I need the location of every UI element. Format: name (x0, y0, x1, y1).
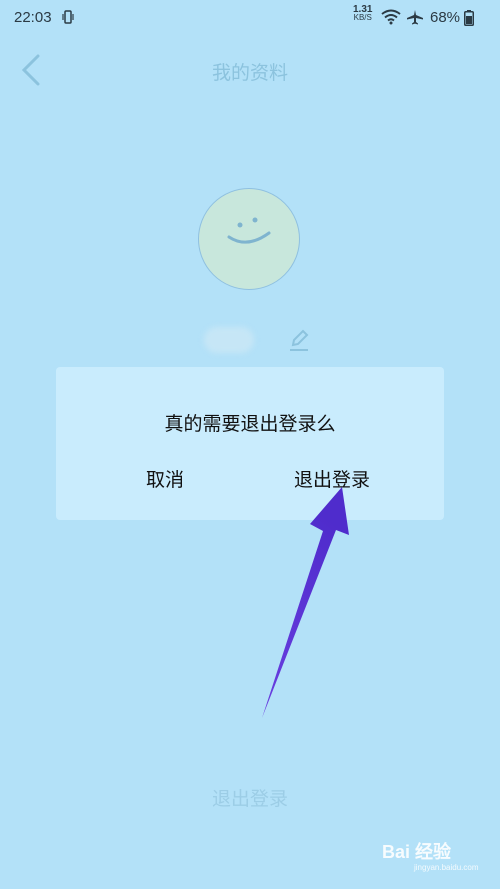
watermark-url: jingyan.baidu.com (414, 863, 479, 872)
baidu-watermark: Bai 经验 (382, 842, 452, 862)
status-time: 22:03 (14, 9, 52, 26)
airplane-icon (406, 9, 424, 29)
username-blurred (204, 327, 254, 353)
vibrate-icon (62, 10, 74, 28)
net-speed: 1.31 KB/S (353, 5, 372, 22)
battery-icon (464, 10, 474, 30)
wifi-icon (381, 9, 401, 29)
logout-confirm-dialog: 真的需要退出登录么 取消 退出登录 (56, 367, 444, 520)
logout-button[interactable]: 退出登录 (0, 784, 500, 811)
status-bar: 22:03 1.31 KB/S 68% (0, 0, 500, 36)
confirm-logout-button[interactable]: 退出登录 (294, 465, 370, 492)
avatar[interactable] (198, 188, 300, 290)
page-title: 我的资料 (211, 62, 288, 84)
cancel-button[interactable]: 取消 (146, 465, 184, 492)
net-speed-unit: KB/S (353, 13, 372, 22)
battery-text: 68% (430, 9, 461, 26)
dialog-title: 真的需要退出登录么 (164, 413, 336, 435)
smiley-icon (227, 217, 271, 244)
pencil-icon[interactable] (288, 327, 310, 357)
